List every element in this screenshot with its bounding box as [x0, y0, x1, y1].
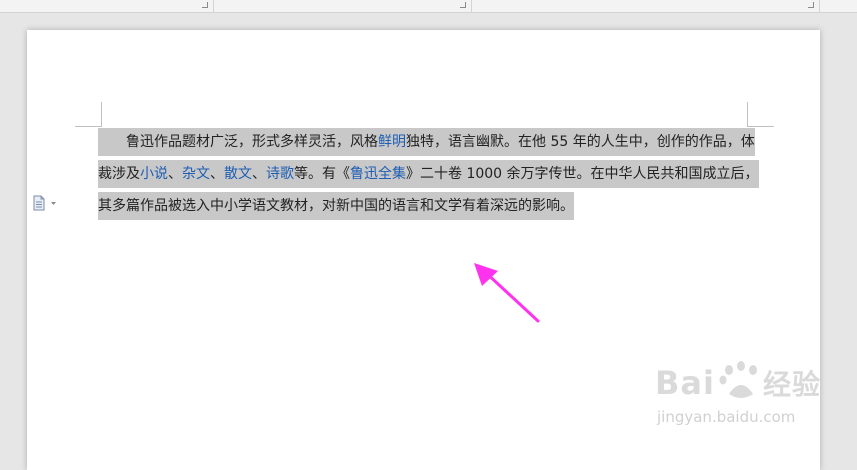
dialog-launcher-icon[interactable]: [460, 2, 466, 8]
text-run: 、: [252, 166, 266, 182]
selection-highlight: 鲁迅作品题材广泛，形式多样灵活，风格鲜明独特，语言幽默。在他 55 年的人生中，…: [98, 128, 755, 156]
margin-corner-top-right: [747, 102, 774, 127]
svg-text:Bai: Bai: [655, 364, 715, 402]
text-run: 等。有《: [294, 166, 350, 182]
text-run: 鲁迅作品题材广泛，形式多样灵活，风格: [126, 134, 378, 150]
selection-highlight: 其多篇作品被选入中小学语文教材，对新中国的语言和文学有着深远的影响。: [98, 192, 574, 220]
ribbon-group-font: [0, 0, 214, 12]
svg-text:经验: 经验: [763, 368, 821, 401]
dialog-launcher-icon[interactable]: [202, 2, 208, 8]
text-run: 裁涉及: [98, 166, 140, 182]
hyperlink-xianming[interactable]: 鲜明: [378, 134, 406, 150]
ribbon-group-styles: [472, 0, 820, 12]
watermark-url: jingyan.baidu.com: [657, 408, 796, 426]
hyperlink-sanwen[interactable]: 散文: [224, 166, 252, 182]
document-options-icon[interactable]: [32, 195, 60, 211]
hyperlink-xiaoshuo[interactable]: 小说: [140, 166, 168, 182]
baidu-jingyan-watermark: Bai 经验 jingyan.baidu.com: [655, 358, 825, 438]
hyperlink-shige[interactable]: 诗歌: [266, 166, 294, 182]
text-run: 、: [168, 166, 182, 182]
dialog-launcher-icon[interactable]: [808, 2, 814, 8]
text-run: 》二十卷 1000 余万字传世。在中华人民共和国成立后，: [406, 166, 759, 182]
selection-highlight: 裁涉及小说、杂文、散文、诗歌等。有《鲁迅全集》二十卷 1000 余万字传世。在中…: [98, 160, 759, 188]
selected-paragraph[interactable]: 鲁迅作品题材广泛，形式多样灵活，风格鲜明独特，语言幽默。在他 55 年的人生中，…: [98, 126, 759, 222]
watermark-brand: Bai 经验: [655, 358, 825, 414]
ribbon-bottom-strip: [0, 0, 857, 13]
text-run: 其多篇作品被选入中小学语文教材，对新中国的语言和文学有着深远的影响。: [98, 198, 574, 214]
text-run: 独特，语言幽默。在他 55 年的人生中，创作的作品，体: [406, 134, 755, 150]
hyperlink-zawen[interactable]: 杂文: [182, 166, 210, 182]
hyperlink-luxun-quanji[interactable]: 鲁迅全集: [350, 166, 406, 182]
margin-corner-top-left: [75, 102, 102, 127]
ribbon-group-paragraph: [214, 0, 472, 12]
paragraph-line-1: 鲁迅作品题材广泛，形式多样灵活，风格鲜明独特，语言幽默。在他 55 年的人生中，…: [98, 126, 755, 158]
annotation-arrow-icon: [470, 261, 545, 326]
paragraph-line-2: 裁涉及小说、杂文、散文、诗歌等。有《鲁迅全集》二十卷 1000 余万字传世。在中…: [98, 158, 759, 190]
paragraph-line-3: 其多篇作品被选入中小学语文教材，对新中国的语言和文学有着深远的影响。: [98, 190, 750, 222]
text-run: 、: [210, 166, 224, 182]
document-canvas[interactable]: 鲁迅作品题材广泛，形式多样灵活，风格鲜明独特，语言幽默。在他 55 年的人生中，…: [0, 13, 857, 470]
